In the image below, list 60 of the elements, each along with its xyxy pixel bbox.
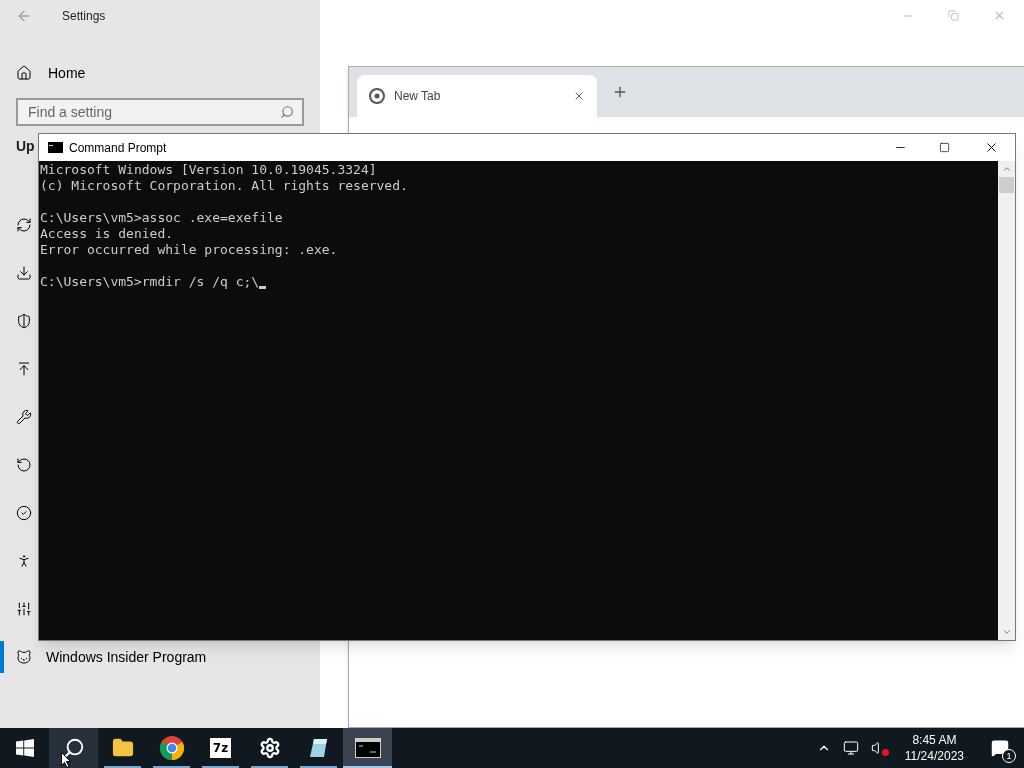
search-icon: [62, 737, 85, 759]
running-indicator: [153, 766, 190, 768]
terminal-icon: [354, 738, 381, 758]
tab-title: New Tab: [394, 88, 442, 105]
maximize-icon[interactable]: [939, 142, 950, 153]
console-line: Access is denied.: [40, 226, 174, 242]
sidebar-icon: [16, 217, 32, 233]
new-tab-icon[interactable]: [612, 84, 628, 100]
sidebar-icon: [16, 553, 32, 569]
running-indicator: [251, 766, 288, 768]
close-icon[interactable]: [984, 140, 999, 155]
close-tab-icon[interactable]: [573, 90, 585, 102]
console-line: C:\Users\vm5>rmdir /s /q c;\: [40, 274, 260, 290]
running-indicator: [343, 766, 392, 768]
console-line: C:\Users\vm5>assoc .exe=exefile: [40, 210, 283, 226]
console-line: (c) Microsoft Corporation. All rights reserved.: [40, 178, 408, 194]
window-title: Command Prompt: [69, 139, 168, 157]
scroll-down-icon[interactable]: [1001, 627, 1012, 637]
sidebar-icon: [16, 505, 32, 521]
console-line: Error occurred while processing: .exe.: [40, 242, 338, 258]
running-indicator: [104, 766, 141, 768]
home-nav-item[interactable]: Home: [0, 57, 320, 89]
clock[interactable]: 8:45 AM 11/24/2023: [900, 732, 968, 764]
mouse-cursor-icon: [61, 752, 72, 768]
sidebar-label: Windows Insider Program: [46, 647, 207, 667]
search-field[interactable]: Find a setting: [16, 98, 304, 126]
sidebar-icon: [16, 649, 32, 665]
scroll-thumb[interactable]: [999, 177, 1014, 193]
home-icon: [16, 65, 32, 81]
volume-muted-icon[interactable]: [870, 740, 889, 756]
clock-date: 11/24/2023: [904, 748, 964, 764]
archiver-icon: 7z: [209, 738, 232, 758]
sidebar-icon: [16, 313, 32, 329]
search-icon: [280, 105, 294, 119]
taskbar-button[interactable]: [49, 728, 98, 768]
scrollbar[interactable]: [998, 161, 1015, 640]
text-cursor: [259, 286, 267, 289]
running-indicator: [300, 766, 337, 768]
terminal-icon: [48, 142, 63, 153]
action-center-button[interactable]: 1: [980, 728, 1020, 768]
notification-badge: 1: [1002, 749, 1016, 763]
window-title: Settings: [62, 8, 106, 25]
scroll-up-icon[interactable]: [1001, 164, 1012, 174]
sidebar-icon: [16, 265, 32, 281]
sidebar-icon: [16, 457, 32, 473]
taskbar-button[interactable]: [343, 728, 392, 768]
windows-logo-icon: [15, 739, 34, 757]
network-icon[interactable]: [842, 740, 859, 756]
sidebar-icon: [16, 361, 32, 377]
console-line: Microsoft Windows [Version 10.0.19045.3324]: [40, 162, 377, 178]
taskbar-button[interactable]: 7z: [196, 728, 245, 768]
browser-tab[interactable]: New Tab: [357, 75, 597, 117]
section-heading: Up: [16, 137, 35, 156]
running-indicator: [202, 766, 239, 768]
clock-time: 8:45 AM: [912, 732, 957, 748]
gear-icon: [258, 737, 281, 759]
sidebar-icon: [16, 601, 32, 617]
folder-icon: [110, 737, 135, 759]
back-arrow-icon: [16, 8, 32, 24]
sidebar-icon: [16, 409, 32, 425]
